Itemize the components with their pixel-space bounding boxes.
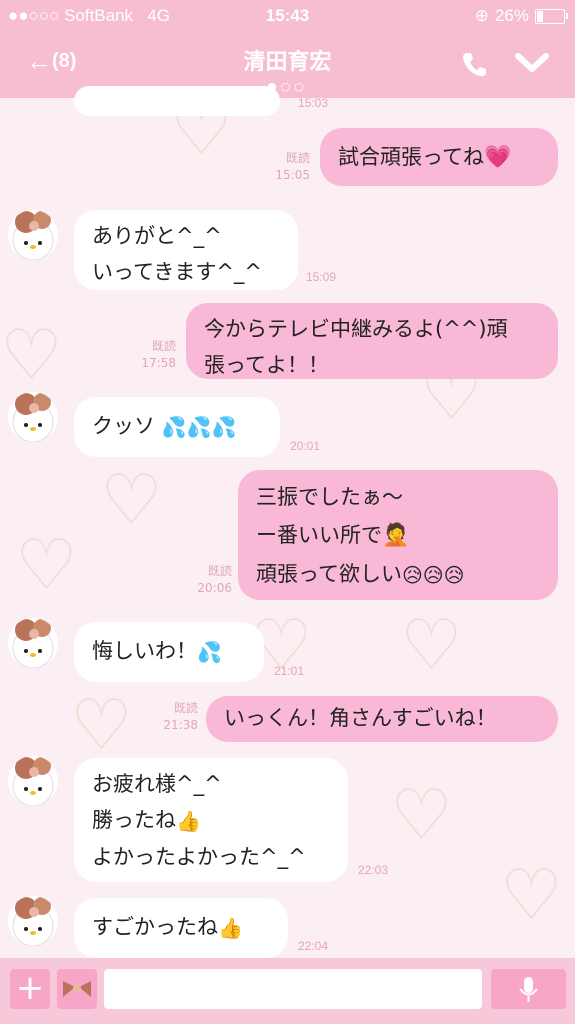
avatar[interactable]	[8, 392, 58, 442]
thumbs-up-icon: 👍	[218, 916, 243, 940]
message-bubble-out[interactable]: 今からテレビ中継みるよ(^^)頑 張ってよ！！	[186, 303, 558, 379]
phone-icon	[463, 53, 486, 77]
message-text: ありがと^_^	[92, 224, 222, 248]
chevron-down-icon	[515, 53, 549, 72]
input-bar: +	[0, 958, 575, 1024]
message-text: 頑張って欲しい	[256, 562, 402, 586]
read-label: 既読	[173, 701, 198, 715]
message-text: お疲れ様^_^	[92, 772, 222, 796]
facepalm-icon: 🤦	[382, 523, 410, 548]
mic-icon	[519, 977, 538, 1002]
sweat-drops-icon: 💦💦💦	[161, 415, 237, 439]
message-text: クッソ	[92, 414, 155, 438]
heart-pattern: ♡	[400, 604, 463, 686]
message-text: 今からテレビ中継みるよ(^^)頑	[204, 317, 508, 341]
battery-icon	[535, 8, 568, 24]
plus-icon: +	[15, 968, 45, 1008]
message-text: 勝ったね	[92, 808, 176, 832]
kitty-avatar-icon	[12, 393, 54, 442]
crying-face-icon: 😥😥😥	[401, 563, 465, 587]
call-button[interactable]	[460, 50, 488, 82]
message-time: 15:05	[275, 168, 310, 182]
add-button[interactable]: +	[10, 969, 50, 1009]
read-receipt: 既読 17:58	[134, 338, 176, 372]
read-label: 既読	[285, 151, 310, 165]
heart-icon: 💗	[483, 145, 512, 170]
message-time: 20:01	[290, 439, 321, 453]
battery-percent: 26%	[494, 6, 529, 25]
bow-icon	[63, 981, 91, 997]
message-time: 21:38	[163, 718, 198, 732]
heart-pattern: ♡	[15, 524, 78, 606]
message-bubble-out[interactable]: 試合頑張ってね💗	[320, 128, 558, 186]
message-text: いっくん！角さんすごいね！	[224, 706, 497, 730]
avatar[interactable]	[8, 756, 58, 806]
message-text: ー番いい所で	[256, 523, 382, 547]
kitty-avatar-icon	[12, 897, 54, 946]
chat-title: 清田育宏	[243, 50, 332, 75]
message-bubble-out[interactable]: 三振でしたぁ〜 ー番いい所で🤦 頑張って欲しい😥😥😥	[238, 470, 558, 600]
heart-pattern: ♡	[100, 459, 163, 541]
message-text: すごかったね	[92, 915, 218, 939]
sweat-drops-icon: 💦	[197, 640, 222, 664]
menu-toggle-button[interactable]	[515, 52, 549, 78]
kitty-avatar-icon	[12, 619, 54, 668]
status-right: ⊕ 26%	[474, 6, 568, 26]
message-text: いってきます^_^	[92, 260, 263, 284]
message-bubble-in[interactable]: 悔しいわ！💦	[74, 622, 264, 682]
message-input[interactable]	[104, 969, 482, 1009]
message-text: よかったよかった^_^	[92, 845, 306, 869]
message-text: 悔しいわ！	[92, 639, 197, 663]
kitty-avatar-icon	[12, 211, 54, 260]
read-label: 既読	[207, 564, 232, 578]
read-receipt: 既読 15:05	[268, 150, 310, 184]
message-bubble-in[interactable]: クッソ 💦💦💦	[74, 397, 280, 457]
sticker-button[interactable]	[57, 969, 97, 1009]
message-time: 17:58	[141, 356, 176, 370]
message-text: 三振でしたぁ〜	[256, 485, 403, 509]
message-bubble-out[interactable]: いっくん！角さんすごいね！	[206, 696, 558, 742]
heart-pattern: ♡	[0, 314, 63, 396]
message-time: 15:09	[306, 270, 337, 284]
message-text: 張ってよ！！	[204, 353, 329, 377]
read-receipt: 既読 20:06	[192, 563, 232, 597]
message-bubble-in[interactable]: お疲れ様^_^ 勝ったね👍 よかったよかった^_^	[74, 758, 348, 882]
mic-button[interactable]	[491, 969, 566, 1009]
message-time: 22:04	[298, 939, 329, 953]
heart-pattern: ♡	[390, 774, 453, 856]
heart-pattern: ♡	[500, 854, 563, 936]
message-bubble-in[interactable]: すごかったね👍	[74, 898, 288, 958]
message-time: 15:03	[298, 96, 329, 110]
avatar[interactable]	[8, 896, 58, 946]
rotation-lock-icon: ⊕	[474, 6, 489, 25]
battery-fill	[537, 10, 544, 22]
message-text: 試合頑張ってね	[338, 145, 484, 169]
avatar[interactable]	[8, 210, 58, 260]
message-time: 21:01	[274, 664, 305, 678]
message-time: 20:06	[197, 581, 232, 595]
status-bar: ●●○○○ SoftBank 4G 15:43 ⊕ 26%	[0, 0, 575, 32]
kitty-avatar-icon	[12, 757, 54, 806]
heart-pattern: ♡	[70, 684, 133, 766]
read-label: 既読	[151, 339, 176, 353]
thumbs-up-icon: 👍	[176, 809, 201, 833]
avatar[interactable]	[8, 618, 58, 668]
message-bubble-in[interactable]	[74, 86, 280, 116]
read-receipt: 既読 21:38	[158, 700, 198, 734]
message-bubble-in[interactable]: ありがと^_^ いってきます^_^	[74, 210, 298, 290]
message-time: 22:03	[358, 863, 389, 877]
